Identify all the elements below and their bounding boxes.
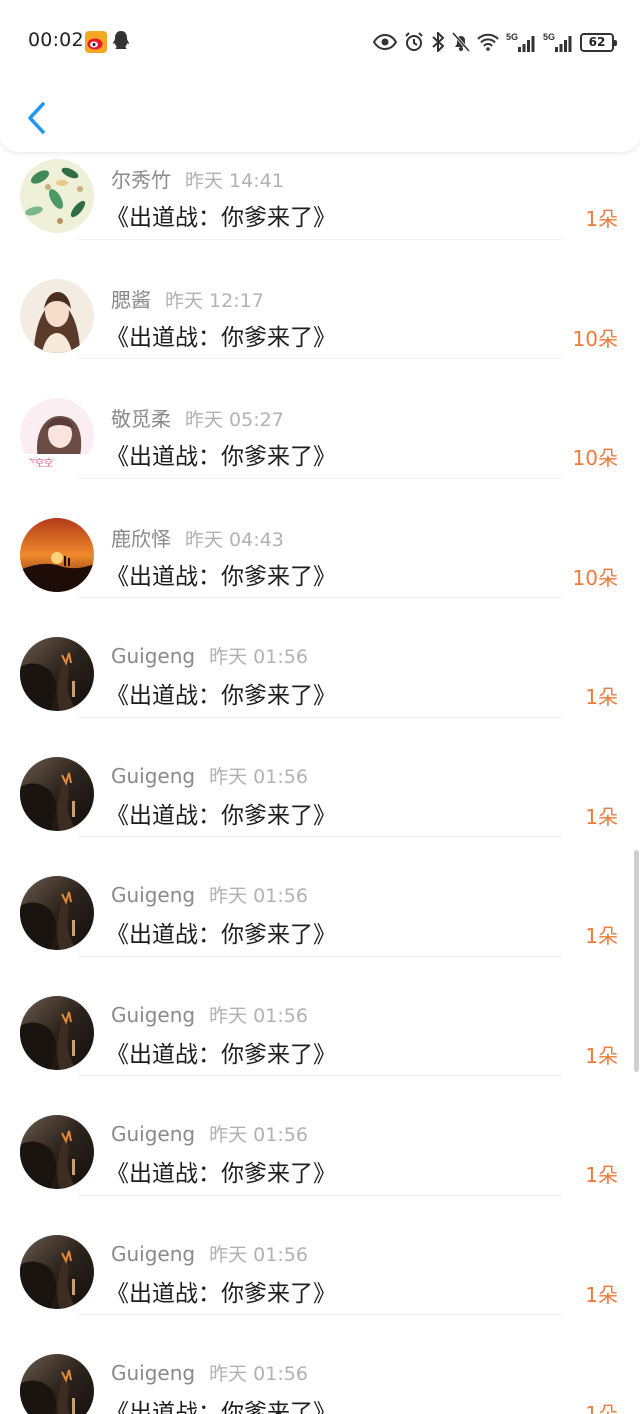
status-time: 00:02: [28, 29, 84, 51]
book-title[interactable]: 《出道战：你爹来了》: [106, 1393, 336, 1414]
username-text[interactable]: 鹿欣怿: [111, 527, 171, 551]
chevron-left-icon: [28, 102, 45, 134]
username-text[interactable]: Guigeng: [111, 644, 195, 668]
timestamp: 昨天 01:56: [209, 1363, 308, 1385]
flower-record-list: 尔秀竹 昨天 14:41 《出道战：你爹来了》 1朵 腮酱 昨天 12:17 《出道战：你…: [0, 119, 640, 1414]
signal-5g-icon: 5G: [543, 32, 572, 52]
signal-5g-icon: 5G: [506, 32, 535, 52]
user-avatar[interactable]: [20, 756, 94, 831]
flower-count: 1朵: [585, 924, 618, 948]
qq-icon: [113, 31, 129, 49]
alarm-icon: [405, 32, 423, 51]
book-title[interactable]: 《出道战：你爹来了》: [106, 318, 336, 352]
user-avatar[interactable]: [20, 517, 94, 592]
flower-count: 1朵: [585, 207, 618, 231]
username-text[interactable]: Guigeng: [111, 1003, 195, 1027]
mute-bell-icon: [452, 32, 470, 52]
flower-record-row[interactable]: 空空空 敬觅柔 昨天 05:27 《出道战：你爹来了》 10朵: [0, 358, 640, 479]
book-title[interactable]: 《出道战：你爹来了》: [106, 1035, 336, 1069]
book-title[interactable]: 《出道战：你爹来了》: [106, 198, 336, 232]
flower-count: 10朵: [572, 326, 618, 351]
timestamp: 昨天 01:56: [209, 646, 308, 668]
flower-count: 10朵: [572, 565, 618, 590]
signal-5g-label: 5G: [506, 32, 518, 42]
user-avatar[interactable]: [20, 995, 94, 1070]
timestamp: 昨天 14:41: [185, 170, 284, 192]
status-bar: 00:02 5G 5G 62: [0, 22, 640, 62]
flower-record-row[interactable]: Guigeng 昨天 01:56 《出道战：你爹来了》 1朵: [0, 1195, 640, 1315]
username[interactable]: Guigeng 昨天 01:56: [111, 1120, 308, 1147]
timestamp: 昨天 01:56: [209, 765, 308, 788]
user-avatar[interactable]: [20, 278, 94, 353]
username[interactable]: 敬觅柔 昨天 05:27: [111, 403, 284, 432]
username[interactable]: Guigeng 昨天 01:56: [111, 642, 308, 669]
battery-indicator: 62: [580, 32, 617, 52]
flower-record-row[interactable]: Guigeng 昨天 01:56 《出道战：你爹来了》 1朵: [0, 836, 640, 957]
flower-record-row[interactable]: Guigeng 昨天 01:56 《出道战：你爹来了》 1朵: [0, 1075, 640, 1196]
book-title[interactable]: 《出道战：你爹来了》: [106, 915, 336, 949]
scrollbar[interactable]: [634, 850, 639, 1072]
flower-record-row[interactable]: 鹿欣怿 昨天 04:43 《出道战：你爹来了》 10朵: [0, 478, 640, 598]
signal-5g-label: 5G: [543, 32, 555, 42]
timestamp: 昨天 04:43: [185, 528, 284, 551]
status-icons: 5G 5G 62: [373, 30, 617, 54]
username[interactable]: Guigeng 昨天 01:56: [111, 1240, 308, 1267]
username-text[interactable]: Guigeng: [111, 1361, 195, 1385]
username-text[interactable]: 尔秀竹: [111, 168, 171, 192]
book-title[interactable]: 《出道战：你爹来了》: [106, 676, 336, 710]
flower-record-row[interactable]: 腮酱 昨天 12:17 《出道战：你爹来了》 10朵: [0, 239, 640, 359]
username[interactable]: Guigeng 昨天 01:56: [111, 881, 308, 908]
book-title[interactable]: 《出道战：你爹来了》: [106, 437, 336, 471]
user-avatar[interactable]: [20, 637, 94, 711]
flower-record-row[interactable]: Guigeng 昨天 01:56 《出道战：你爹来了》 1朵: [0, 717, 640, 837]
username-text[interactable]: Guigeng: [111, 1122, 195, 1146]
username-text[interactable]: Guigeng: [111, 1242, 195, 1266]
flower-record-row[interactable]: Guigeng 昨天 01:56 《出道战：你爹来了》 1朵: [0, 1314, 640, 1414]
username-text[interactable]: Guigeng: [111, 764, 195, 788]
wifi-icon: [477, 33, 499, 51]
book-title[interactable]: 《出道战：你爹来了》: [106, 557, 336, 591]
timestamp: 昨天 05:27: [185, 409, 284, 431]
flower-record-row[interactable]: Guigeng 昨天 01:56 《出道战：你爹来了》 1朵: [0, 956, 640, 1076]
user-avatar[interactable]: 空空空: [20, 398, 94, 472]
timestamp: 昨天 01:56: [209, 1243, 308, 1266]
username[interactable]: Guigeng 昨天 01:56: [111, 1359, 308, 1386]
flower-count: 1朵: [585, 1163, 618, 1187]
book-title[interactable]: 《出道战：你爹来了》: [106, 796, 336, 830]
username[interactable]: 尔秀竹 昨天 14:41: [111, 164, 284, 193]
timestamp: 昨天 01:56: [209, 1004, 308, 1027]
back-button[interactable]: [18, 96, 54, 140]
user-avatar[interactable]: [20, 1115, 94, 1189]
flower-count: 1朵: [585, 685, 618, 709]
username-text[interactable]: 腮酱: [111, 288, 151, 312]
bluetooth-icon: [432, 32, 445, 52]
username[interactable]: Guigeng 昨天 01:56: [111, 762, 308, 789]
timestamp: 昨天 01:56: [209, 1124, 308, 1146]
book-title[interactable]: 《出道战：你爹来了》: [106, 1274, 336, 1308]
top-header: 00:02 5G 5G 62: [0, 0, 640, 152]
svg-text:空空空: 空空空: [26, 457, 53, 469]
username[interactable]: 腮酱 昨天 12:17: [111, 284, 264, 313]
flower-count: 10朵: [572, 446, 618, 470]
user-avatar[interactable]: [20, 1234, 94, 1309]
book-title[interactable]: 《出道战：你爹来了》: [106, 1154, 336, 1188]
flower-count: 1朵: [585, 1402, 618, 1414]
username[interactable]: 鹿欣怿 昨天 04:43: [111, 523, 284, 552]
timestamp: 昨天 01:56: [209, 885, 308, 907]
username[interactable]: Guigeng 昨天 01:56: [111, 1001, 308, 1028]
flower-count: 1朵: [585, 1282, 618, 1307]
username-text[interactable]: 敬觅柔: [111, 407, 171, 431]
eye-icon: [373, 33, 397, 51]
user-avatar[interactable]: [20, 159, 94, 233]
weibo-icon: [85, 31, 107, 53]
timestamp: 昨天 12:17: [165, 289, 264, 312]
user-avatar[interactable]: [20, 1354, 94, 1414]
flower-count: 1朵: [585, 804, 618, 829]
flower-record-row[interactable]: Guigeng 昨天 01:56 《出道战：你爹来了》 1朵: [0, 597, 640, 718]
username-text[interactable]: Guigeng: [111, 883, 195, 907]
user-avatar[interactable]: [20, 876, 94, 950]
flower-count: 1朵: [585, 1043, 618, 1068]
flower-records-screen: 00:02 5G 5G 62 尔秀竹 昨天 14:41 《出道战：你爹来了》 1…: [0, 0, 640, 1414]
